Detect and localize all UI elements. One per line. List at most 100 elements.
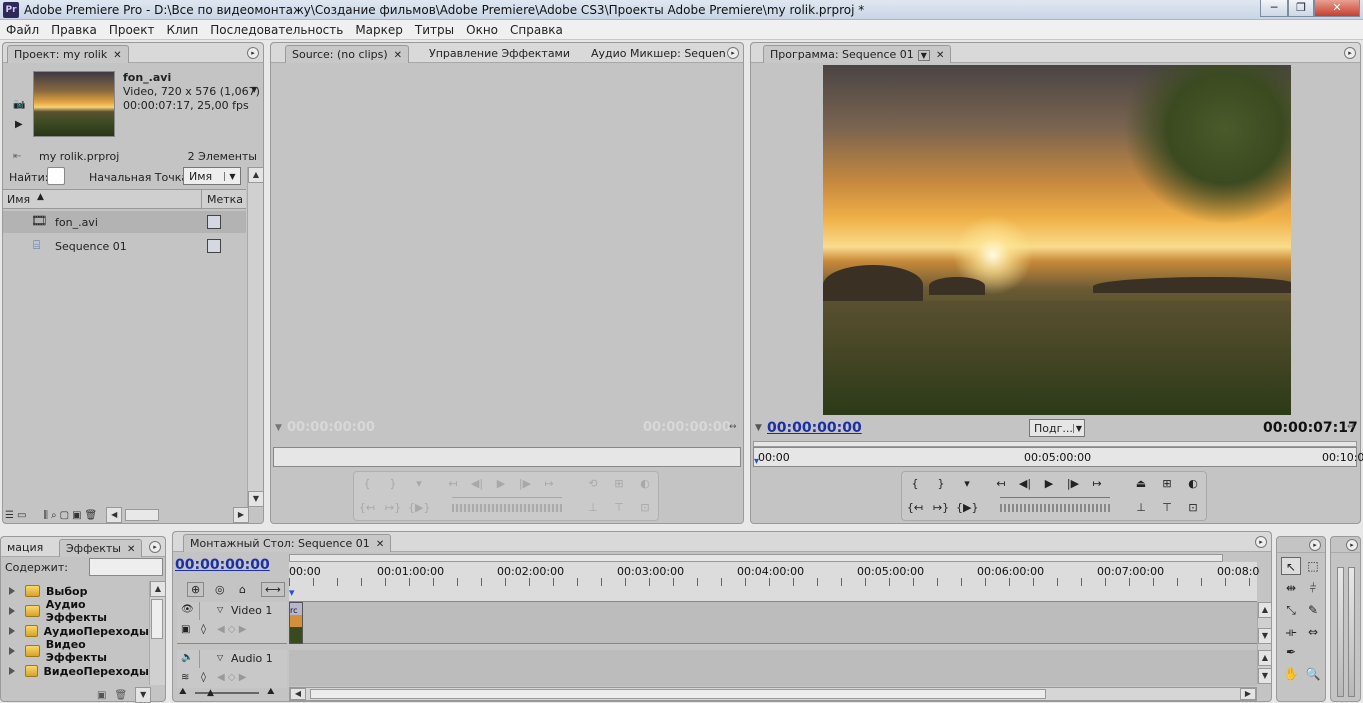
scroll-down-icon[interactable]: ▼	[1258, 628, 1272, 644]
folder-video-transitions[interactable]: ВидеоПереходы	[1, 661, 149, 681]
expand-arrow-icon[interactable]	[9, 667, 17, 675]
effects-search-input[interactable]	[89, 558, 163, 576]
in-point-select[interactable]: Имя ▼	[183, 167, 241, 185]
panel-menu-icon[interactable]: ▸	[727, 47, 739, 59]
waveform-icon[interactable]: ≋	[181, 672, 189, 683]
close-icon[interactable]: ✕	[936, 50, 944, 61]
play-in-to-out-icon[interactable]: {▶}	[956, 498, 978, 518]
panel-menu-icon[interactable]: ▸	[247, 47, 259, 59]
audio-track-lane[interactable]	[289, 650, 1257, 686]
close-icon[interactable]: ✕	[127, 544, 135, 555]
menu-window[interactable]: Окно	[460, 20, 504, 40]
hand-tool-icon[interactable]: ✋	[1281, 665, 1301, 683]
mark-out-icon[interactable]: }	[930, 474, 952, 494]
menu-title[interactable]: Титры	[409, 20, 460, 40]
play-in-to-out-icon[interactable]: {▶}	[408, 498, 430, 518]
timeline-h-scrollbar[interactable]: ◀ ▶	[289, 687, 1257, 701]
video-clip[interactable]: rc	[289, 602, 303, 644]
scroll-up-icon[interactable]: ▲	[1258, 602, 1272, 618]
track-select-tool-icon[interactable]: ⬚	[1303, 557, 1323, 575]
program-ruler[interactable]: 00:00 00:05:00:00 00:10:0 ▾	[753, 447, 1363, 467]
scroll-down-icon[interactable]: ▼	[135, 687, 152, 703]
folder-audio-effects[interactable]: Аудио Эффекты	[1, 598, 149, 624]
panel-menu-icon[interactable]: ▸	[149, 541, 161, 553]
list-item[interactable]: 🎞 fon_.avi	[3, 211, 246, 233]
zoom-thumb[interactable]: ▲	[207, 688, 214, 698]
up-folder-icon[interactable]: ⇤	[13, 151, 21, 162]
extract-icon[interactable]: ⊤	[1156, 498, 1178, 518]
zoom-slider[interactable]	[195, 692, 259, 694]
tab-effects[interactable]: Эффекты ✕	[59, 539, 143, 557]
razor-tool-icon[interactable]: ✎	[1303, 601, 1323, 619]
icon-view-icon[interactable]: ▭	[17, 510, 26, 521]
close-button[interactable]: ✕	[1314, 0, 1360, 17]
toggle-av-icon[interactable]: ⊡	[634, 498, 656, 518]
selection-tool-icon[interactable]: ↖	[1281, 557, 1301, 575]
menu-project[interactable]: Проект	[103, 20, 161, 40]
ripple-edit-tool-icon[interactable]: ⇹	[1281, 579, 1301, 597]
timeline-v-scrollbar[interactable]: ▲ ▼ ▲ ▼	[1257, 602, 1272, 684]
marker-icon[interactable]: ⌂	[239, 583, 246, 596]
scroll-right-icon[interactable]: ▶	[1240, 688, 1256, 700]
video-track-lane[interactable]: rc	[289, 602, 1257, 644]
go-to-out-icon[interactable]: ↦	[1086, 474, 1108, 494]
expand-arrow-icon[interactable]	[9, 607, 17, 615]
chevron-down-icon[interactable]: ▼	[917, 50, 930, 61]
shuttle-slider[interactable]	[452, 492, 562, 498]
project-scrollbar[interactable]: ▲ ▼	[247, 167, 264, 507]
panel-menu-icon[interactable]: ▸	[1309, 539, 1321, 551]
work-area-icon[interactable]: ⟷	[261, 582, 285, 597]
zoom-out-icon[interactable]: ⛰	[179, 687, 187, 697]
play-icon[interactable]: ▶	[1038, 474, 1060, 494]
list-view-icon[interactable]: ☰	[5, 510, 14, 521]
mark-in-icon[interactable]: {	[904, 474, 926, 494]
scroll-thumb[interactable]	[310, 689, 1046, 699]
scroll-thumb[interactable]	[151, 599, 163, 639]
speaker-icon[interactable]: 🔈	[181, 652, 193, 663]
zoom-in-icon[interactable]: ⛰	[267, 687, 275, 697]
slip-tool-icon[interactable]: ⟛	[1281, 623, 1301, 641]
menu-edit[interactable]: Правка	[45, 20, 103, 40]
eye-icon[interactable]: 👁	[181, 604, 194, 615]
slide-tool-icon[interactable]: ⇔	[1303, 623, 1323, 641]
keyframe-nav-icon[interactable]: ◀ ◇ ▶	[217, 624, 246, 635]
menu-file[interactable]: Файл	[0, 20, 45, 40]
keyframe-nav-icon[interactable]: ◀ ◇ ▶	[217, 672, 246, 683]
pen-tool-icon[interactable]: ✒	[1281, 643, 1301, 661]
step-forward-icon[interactable]: |▶	[514, 474, 536, 494]
play-icon[interactable]: ▶	[490, 474, 512, 494]
mark-in-icon[interactable]: {	[356, 474, 378, 494]
tab-effect-controls[interactable]: Управление Эффектами	[423, 45, 576, 63]
label-swatch[interactable]	[207, 239, 221, 253]
menu-marker[interactable]: Маркер	[349, 20, 409, 40]
go-to-in-icon[interactable]: ↤	[990, 474, 1012, 494]
jog-wheel[interactable]	[1000, 504, 1110, 512]
rolling-edit-tool-icon[interactable]: ⫩	[1303, 579, 1323, 597]
overlay-icon[interactable]: ⊤	[608, 498, 630, 518]
go-to-out-icon[interactable]: ↦	[538, 474, 560, 494]
scroll-up-icon[interactable]: ▲	[1258, 650, 1272, 666]
menu-sequence[interactable]: Последовательность	[204, 20, 349, 40]
effects-scrollbar[interactable]: ▲	[149, 581, 166, 685]
menu-help[interactable]: Справка	[504, 20, 569, 40]
lift-edit-icon[interactable]: ⊥	[1130, 498, 1152, 518]
source-tc-current[interactable]: 00:00:00:00	[287, 420, 375, 435]
close-icon[interactable]: ✕	[113, 50, 121, 61]
tab-audio-mixer[interactable]: Аудио Микшер: Sequen	[585, 45, 732, 63]
output-icon[interactable]: ◐	[634, 474, 656, 494]
mark-out-icon[interactable]: }	[382, 474, 404, 494]
new-bin-icon[interactable]: ▢	[60, 510, 69, 521]
minimize-button[interactable]: ─	[1260, 0, 1288, 17]
expand-arrow-icon[interactable]	[9, 587, 17, 595]
output-icon[interactable]: ◐	[1182, 474, 1204, 494]
timeline-zoom-bar[interactable]	[289, 554, 1223, 562]
go-to-in-point-icon[interactable]: {↤	[904, 498, 926, 518]
tab-info[interactable]: мация	[1, 539, 49, 557]
list-item[interactable]: ⌸ Sequence 01	[3, 235, 246, 257]
loop-icon[interactable]: ⟲	[582, 474, 604, 494]
col-label-header[interactable]: Метка	[207, 193, 243, 206]
fit-select[interactable]: Подг... ▼	[1029, 419, 1085, 437]
tab-program[interactable]: Программа: Sequence 01 ▼ ✕	[763, 45, 952, 63]
timeline-ruler[interactable]: 00:00 00:01:00:00 00:02:00:00 00:03:00:0…	[289, 562, 1259, 602]
scroll-up-icon[interactable]: ▲	[150, 581, 166, 597]
